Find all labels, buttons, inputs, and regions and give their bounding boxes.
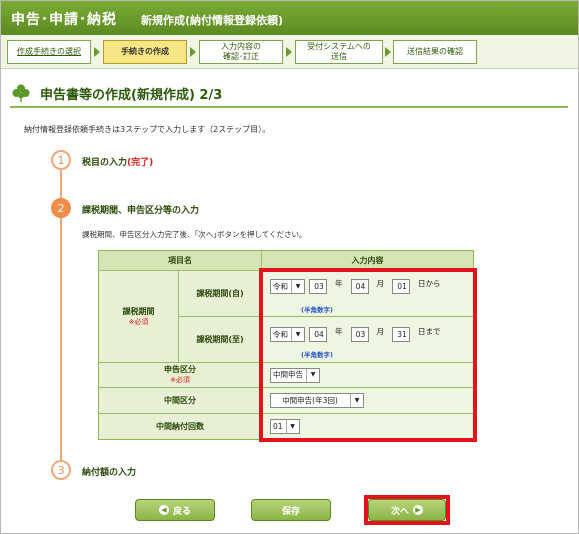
button-label: 保存 [281,506,300,517]
step-label: 送信結果の確認 [407,47,463,56]
button-label: 戻る [172,506,191,517]
header-item-name: 項目名 [99,251,262,271]
step-arrow-icon [385,47,391,57]
intro-text: 納付情報登録依頼手続きは3ステップで入力します（2ステップ目）。 [24,125,271,134]
stage-3-number: 3 [51,460,71,480]
step-arrow-icon [286,47,292,57]
highlight-input-area [259,268,477,442]
interim-type-label: 中間区分 [99,388,262,414]
period-to-label: 課税期間(至) [179,317,262,363]
step-arrow-icon [190,47,196,57]
declaration-type-label: 申告区分 ※必須 [99,363,262,388]
step-send-to-reception: 受付システムへの 送信 [295,40,383,64]
step-create-procedure: 手続きの作成 [103,40,187,64]
step-label: 受付システムへの 送信 [307,42,371,61]
highlight-next-button [364,495,450,525]
step-check-result: 送信結果の確認 [393,40,477,64]
stage-complete-tag: (完了) [127,158,154,168]
stage-3-title: 納付額の入力 [82,468,137,478]
period-from-label: 課税期間(自) [179,271,262,317]
interim-count-label: 中間納付回数 [99,414,262,439]
save-button[interactable]: 保存 [251,499,331,521]
stage-title-text: 税目の入力 [82,158,128,168]
stage-2-title: 課税期間、申告区分等の入力 [82,206,200,216]
section-header: 申告書等の作成(新規作成) 2/3 [10,80,568,108]
app-header: 申告･申請･納税 新規作成(納付情報登録依頼) [1,1,578,35]
back-button[interactable]: ◀ 戻る [135,499,215,521]
stage-2-description: 課税期間、申告区分入力完了後、｢次へ｣ボタンを押してください。 [82,230,307,239]
step-arrow-icon [94,47,100,57]
step-label: 入力内容の 確認･訂正 [221,42,261,61]
progress-steps: 作成手続きの選択 手続きの作成 入力内容の 確認･訂正 受付システムへの 送信 … [1,35,578,69]
clover-icon [12,84,30,102]
declaration-label-text: 申告区分 [164,365,196,374]
required-mark: ※必須 [128,317,149,326]
stage-num: 1 [57,153,65,167]
stage-2-number: 2 [51,198,71,218]
section-title: 申告書等の作成(新規作成) 2/3 [40,88,223,103]
step-select-procedure[interactable]: 作成手続きの選択 [7,40,91,64]
stage-1-title: 税目の入力(完了) [82,155,153,168]
stage-num: 3 [57,463,65,477]
page-subtitle: 新規作成(納付情報登録依頼) [141,14,284,27]
step-confirm-edit: 入力内容の 確認･訂正 [199,40,283,64]
required-mark: ※必須 [170,376,190,384]
app-title: 申告･申請･納税 [11,12,117,28]
stage-1-number: 1 [51,150,71,170]
back-arrow-icon: ◀ [158,505,169,515]
stage-num: 2 [57,201,65,215]
step-label: 作成手続きの選択 [17,47,81,56]
step-label: 手続きの作成 [121,47,169,56]
tax-period-group-label: 課税期間 ※必須 [99,271,179,363]
group-label-text: 課税期間 [122,306,155,316]
